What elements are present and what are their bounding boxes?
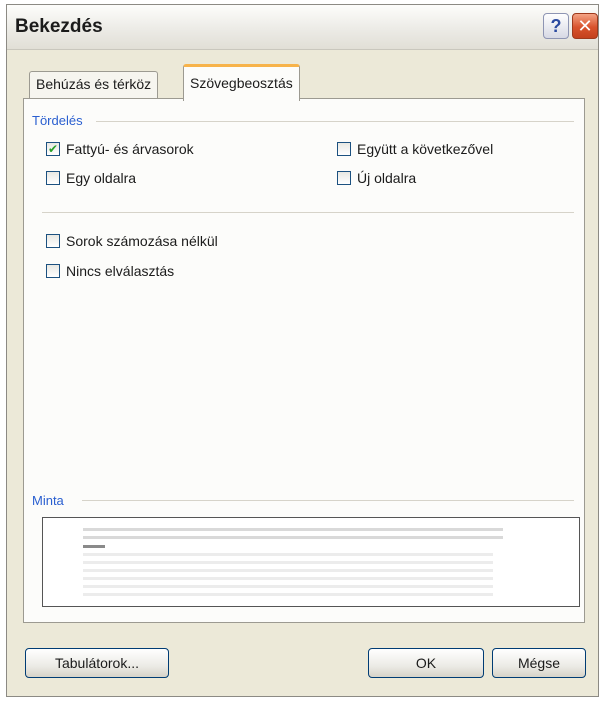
group-divider: [82, 500, 574, 501]
preview-previous-paragraph-line: [83, 536, 503, 539]
checkbox-label: Együtt a következővel: [357, 141, 494, 157]
checkbox-label: Egy oldalra: [66, 170, 137, 186]
tab-line-and-page-breaks[interactable]: Szövegbeosztás: [183, 64, 300, 101]
dialog-title: Bekezdés: [15, 16, 103, 37]
button-label: Tabulátorok...: [54, 655, 140, 671]
checkbox-label: Sorok számozása nélkül: [66, 233, 218, 249]
ok-button[interactable]: OK: [368, 648, 484, 678]
help-icon: ?: [550, 15, 562, 36]
widow-orphan-control-checkbox[interactable]: ✔ Fattyú- és árvasorok: [46, 141, 194, 157]
preview-following-paragraph-line: [83, 561, 493, 564]
tab-label: Behúzás és térköz: [36, 76, 152, 92]
button-label: OK: [415, 655, 437, 671]
preview-group-label: Minta: [32, 493, 64, 508]
checkbox-box[interactable]: [46, 234, 60, 248]
preview-following-paragraph-line: [83, 577, 493, 580]
preview-following-paragraph-line: [83, 593, 493, 596]
paragraph-dialog: Bekezdés ? ✕ Behúzás és térköz Szövegbeo…: [6, 4, 599, 697]
tab-indents-and-spacing[interactable]: Behúzás és térköz: [29, 71, 159, 99]
close-button[interactable]: ✕: [572, 13, 598, 39]
group-divider: [96, 121, 574, 122]
preview-following-paragraph-line: [83, 553, 493, 556]
keep-lines-together-checkbox[interactable]: Egy oldalra: [46, 170, 136, 186]
tab-label: Szövegbeosztás: [190, 75, 293, 91]
preview-current-paragraph-line: [83, 545, 105, 548]
checkbox-box[interactable]: ✔: [46, 142, 60, 156]
tabs-button[interactable]: Tabulátorok...: [25, 648, 169, 678]
checkbox-box[interactable]: [337, 171, 351, 185]
page-break-before-checkbox[interactable]: Új oldalra: [337, 170, 416, 186]
suppress-line-numbers-checkbox[interactable]: Sorok számozása nélkül: [46, 233, 218, 249]
cancel-button[interactable]: Mégse: [492, 648, 586, 678]
button-label: Mégse: [517, 655, 561, 671]
preview-following-paragraph-line: [83, 585, 493, 588]
pagination-group-label: Tördelés: [32, 113, 83, 128]
checkbox-label: Új oldalra: [357, 170, 417, 186]
section-divider: [42, 212, 574, 213]
checkbox-label: Nincs elválasztás: [66, 263, 175, 279]
keep-with-next-checkbox[interactable]: Együtt a következővel: [337, 141, 493, 157]
help-button[interactable]: ?: [543, 13, 569, 39]
checkbox-label: Fattyú- és árvasorok: [66, 141, 194, 157]
title-bar[interactable]: Bekezdés ? ✕: [7, 5, 598, 50]
tab-panel: Tördelés ✔ Fattyú- és árvasorok Együtt a…: [23, 98, 585, 623]
preview-previous-paragraph-line: [83, 528, 503, 531]
preview-following-paragraph-line: [83, 569, 493, 572]
dont-hyphenate-checkbox[interactable]: Nincs elválasztás: [46, 263, 174, 279]
checkmark-icon: ✔: [47, 142, 59, 156]
checkbox-box[interactable]: [46, 264, 60, 278]
close-icon: ✕: [577, 15, 593, 36]
checkbox-box[interactable]: [337, 142, 351, 156]
preview-box: [42, 517, 580, 607]
checkbox-box[interactable]: [46, 171, 60, 185]
